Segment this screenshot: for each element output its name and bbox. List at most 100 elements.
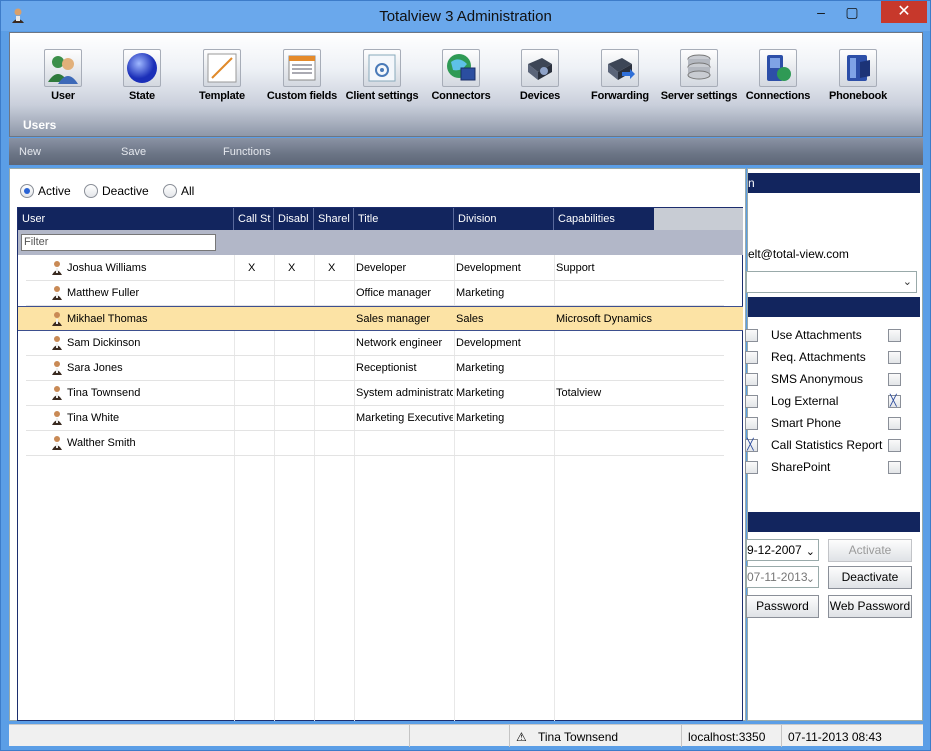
option-label: Use Attachments xyxy=(771,328,862,342)
ribbon-devices-button[interactable]: Devices xyxy=(500,49,580,102)
option-right-checkbox[interactable] xyxy=(888,461,901,474)
ribbon-state-button[interactable]: State xyxy=(102,49,182,102)
activation-header xyxy=(748,512,920,532)
ribbon-section-title: Users xyxy=(23,118,57,132)
ribbon-template-button[interactable]: Template xyxy=(182,49,262,102)
user-icon xyxy=(44,49,82,87)
table-row[interactable]: Tina White Marketing Executive Marketing xyxy=(26,406,724,431)
table-row[interactable]: Mikhael Thomas Sales manager Sales Microsof… xyxy=(18,306,743,331)
cell-title: Office manager xyxy=(356,287,432,299)
option-label: Log External xyxy=(771,394,839,408)
ribbon-toolbar: User State Template Custom fields Client… xyxy=(9,32,923,137)
user-icon xyxy=(52,436,62,450)
filter-input[interactable]: Filter xyxy=(21,234,216,251)
state-icon xyxy=(123,49,161,87)
option-right-checkbox[interactable] xyxy=(888,329,901,342)
ribbon-label: Template xyxy=(199,90,245,102)
activate-date[interactable]: 9-12-2007 ⌄ xyxy=(746,539,819,561)
ribbon-connections-button[interactable]: Connections xyxy=(738,49,818,102)
status-server: localhost:3350 xyxy=(688,730,766,744)
ribbon-label: Server settings xyxy=(660,90,738,102)
col-capabilities[interactable]: Capabilities xyxy=(554,208,654,230)
cell-division: Marketing xyxy=(456,362,505,374)
table-row[interactable]: Joshua Williams X X X Developer Development Su… xyxy=(26,256,724,281)
option-right-checkbox[interactable] xyxy=(888,373,901,386)
functions-menu[interactable]: Functions xyxy=(223,146,271,158)
radio-label: Active xyxy=(38,184,71,198)
template-icon xyxy=(203,49,241,87)
maximize-button[interactable]: ▢ xyxy=(837,1,867,23)
ribbon-label: Connections xyxy=(745,90,811,102)
option-right-checkbox[interactable] xyxy=(888,439,901,452)
radio-all[interactable]: All xyxy=(163,184,194,198)
user-icon xyxy=(52,261,62,275)
cell-division: Marketing xyxy=(456,387,505,399)
option-label: Smart Phone xyxy=(771,416,842,430)
col-title[interactable]: Title xyxy=(354,208,454,230)
cell-user: Sam Dickinson xyxy=(67,337,141,349)
table-row[interactable]: Sam Dickinson Network engineer Development xyxy=(26,331,724,356)
option-left-checkbox[interactable] xyxy=(745,438,758,452)
close-button[interactable]: ✕ xyxy=(881,1,927,23)
user-icon xyxy=(52,386,62,400)
table-row[interactable]: Tina Townsend System administrator Marketi… xyxy=(26,381,724,406)
col-division[interactable]: Division xyxy=(454,208,554,230)
filter-bar: Filter xyxy=(18,230,743,255)
cell-capabilities: Support xyxy=(556,262,595,274)
ribbon-server-settings-button[interactable]: Server settings xyxy=(659,49,739,102)
option-left-checkbox[interactable] xyxy=(745,395,758,408)
table-row[interactable]: Matthew Fuller Office manager Marketing xyxy=(26,281,724,306)
cell-user: Tina Townsend xyxy=(67,387,141,399)
devices-icon xyxy=(521,49,559,87)
radio-label: All xyxy=(181,184,195,198)
activate-button[interactable]: Activate xyxy=(828,539,912,562)
cell-call: X xyxy=(248,262,256,274)
option-left-checkbox[interactable] xyxy=(745,461,758,474)
ribbon-custom-fields-button[interactable]: Custom fields xyxy=(262,49,342,102)
title-bar[interactable]: Totalview 3 Administration – ▢ ✕ xyxy=(1,1,930,31)
radio-deactive[interactable]: Deactive xyxy=(84,184,149,198)
ribbon-client-settings-button[interactable]: Client settings xyxy=(342,49,422,102)
minimize-button[interactable]: – xyxy=(806,1,836,23)
window-title: Totalview 3 Administration xyxy=(379,8,552,25)
user-icon xyxy=(52,312,62,326)
cell-division: Marketing xyxy=(456,412,505,424)
grid-header: User Call St Disabl Sharel Title Divisio… xyxy=(18,208,654,230)
ribbon-connectors-button[interactable]: Connectors xyxy=(421,49,501,102)
ribbon-user-button[interactable]: User xyxy=(23,49,103,102)
col-shared[interactable]: Sharel xyxy=(314,208,354,230)
col-call-status[interactable]: Call St xyxy=(234,208,274,230)
option-label: Req. Attachments xyxy=(771,350,866,364)
option-right-checkbox[interactable] xyxy=(888,351,901,364)
option-right-checkbox[interactable] xyxy=(888,394,901,408)
ribbon-label: User xyxy=(51,90,75,102)
details-combo[interactable]: ⌄ xyxy=(746,271,917,293)
radio-active[interactable]: Active xyxy=(20,184,71,198)
web-password-button[interactable]: Web Password xyxy=(828,595,912,618)
cell-title: Receptionist xyxy=(356,362,417,374)
ribbon-phonebook-button[interactable]: Phonebook xyxy=(818,49,898,102)
ribbon-label: Forwarding xyxy=(591,90,649,102)
chevron-down-icon: ⌄ xyxy=(805,573,815,585)
option-right-checkbox[interactable] xyxy=(888,417,901,430)
save-menu[interactable]: Save xyxy=(121,146,146,158)
option-left-checkbox[interactable] xyxy=(745,417,758,430)
ribbon-forwarding-button[interactable]: Forwarding xyxy=(580,49,660,102)
table-row[interactable]: Sara Jones Receptionist Marketing xyxy=(26,356,724,381)
option-left-checkbox[interactable] xyxy=(745,351,758,364)
ribbon-label: Custom fields xyxy=(266,90,338,102)
password-button[interactable]: Password xyxy=(746,595,819,618)
table-row[interactable]: Walther Smith xyxy=(26,431,724,456)
date-value: 07-11-2013 xyxy=(747,570,808,584)
option-left-checkbox[interactable] xyxy=(745,329,758,342)
option-left-checkbox[interactable] xyxy=(745,373,758,386)
status-separator xyxy=(509,725,510,747)
deactivate-button[interactable]: Deactivate xyxy=(828,566,912,589)
col-disabled[interactable]: Disabl xyxy=(274,208,314,230)
status-separator xyxy=(781,725,782,747)
deactivate-date[interactable]: 07-11-2013 ⌄ xyxy=(746,566,819,588)
col-user[interactable]: User xyxy=(18,208,234,230)
app-window: Totalview 3 Administration – ▢ ✕ User St… xyxy=(0,0,931,751)
option-label: SharePoint xyxy=(771,460,831,474)
new-menu[interactable]: New xyxy=(19,146,41,158)
